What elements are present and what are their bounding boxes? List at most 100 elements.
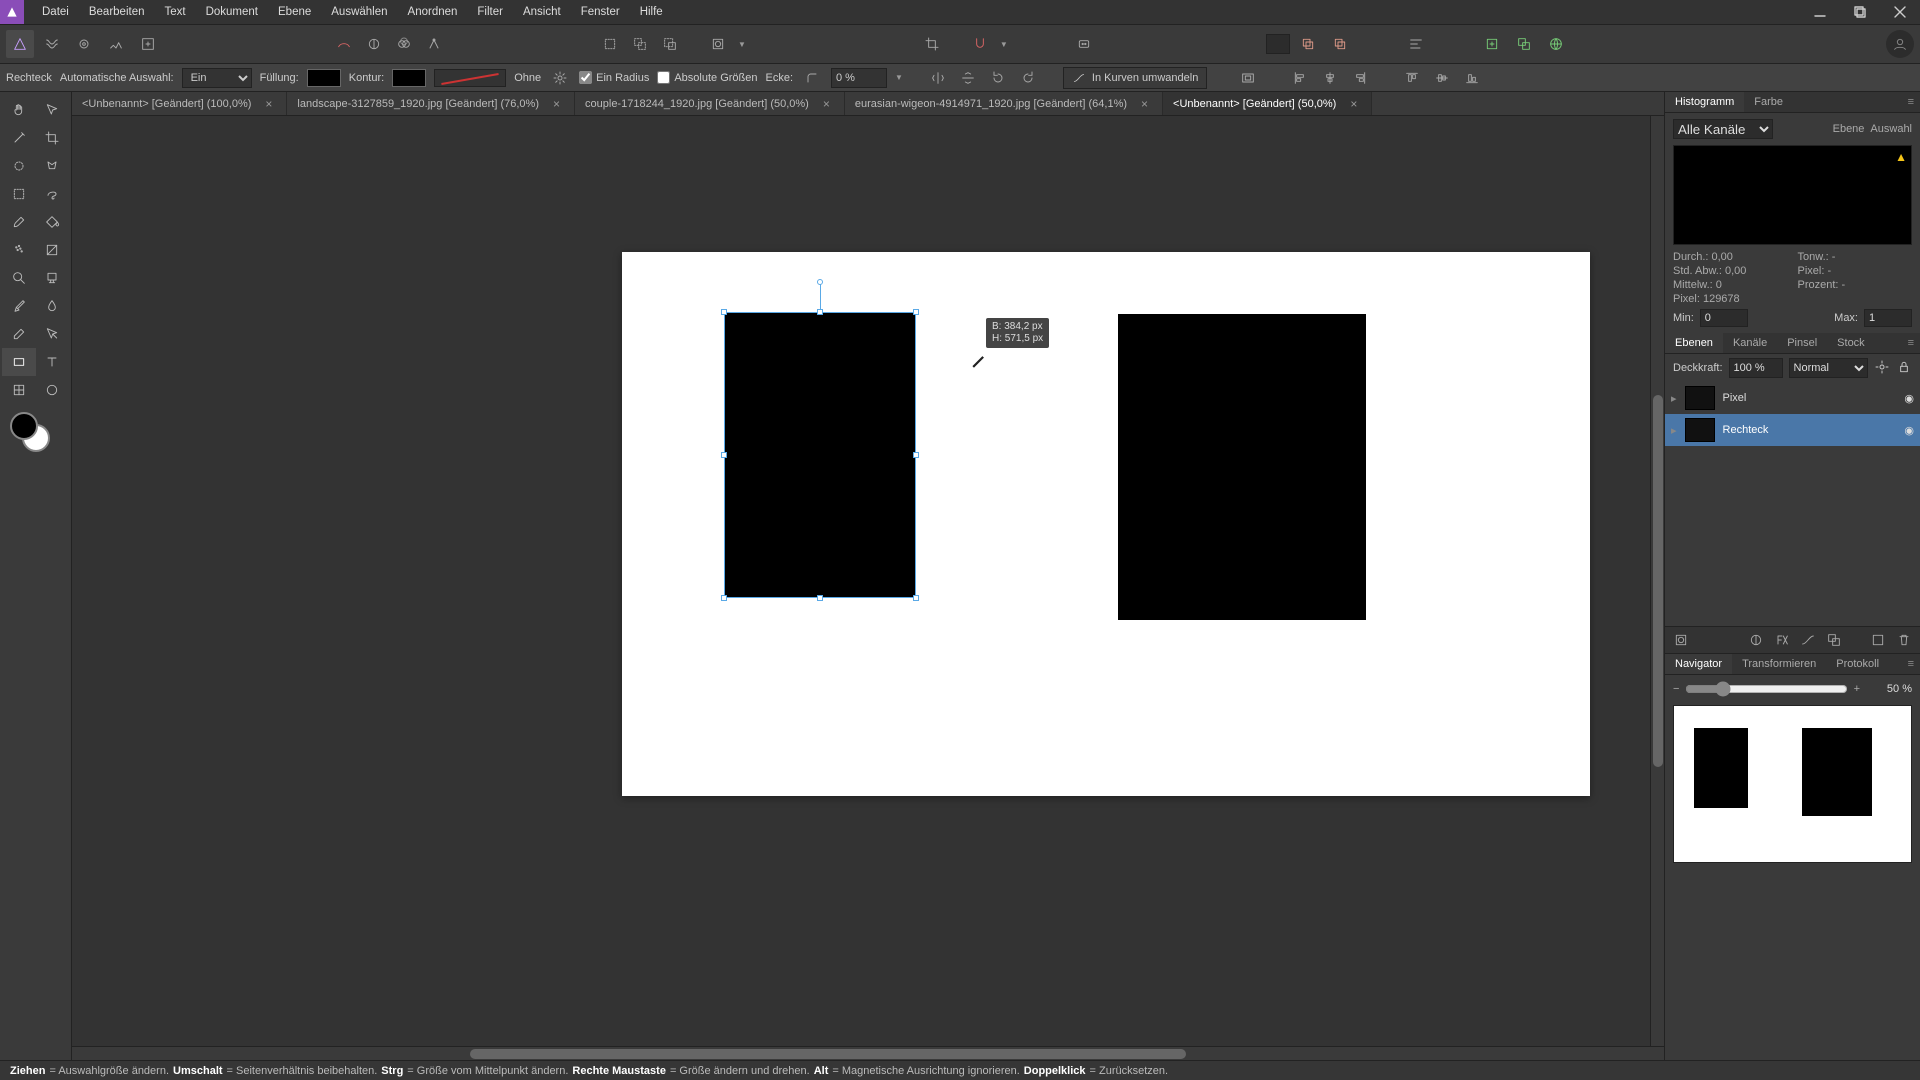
close-tab-icon[interactable]: × [1137, 97, 1152, 111]
snap-icon[interactable] [966, 30, 994, 58]
channel-dropdown[interactable]: Alle Kanäle [1673, 119, 1773, 139]
document-tab[interactable]: couple-1718244_1920.jpg [Geändert] (50,0… [575, 92, 845, 115]
marquee-tool-icon[interactable] [2, 180, 36, 208]
visibility-icon[interactable]: ◉ [1904, 392, 1914, 405]
foreground-color-swatch[interactable] [10, 412, 38, 440]
zoom-slider[interactable] [1685, 681, 1847, 697]
chevron-down-icon[interactable]: ▼ [996, 40, 1012, 49]
selection-handle[interactable] [817, 309, 823, 315]
tab-stock[interactable]: Stock [1827, 333, 1875, 353]
menu-filter[interactable]: Filter [467, 2, 513, 22]
select-sub-icon[interactable] [656, 30, 684, 58]
rect-other[interactable] [1118, 314, 1366, 620]
selection-brush-icon[interactable] [2, 152, 36, 180]
menu-bearbeiten[interactable]: Bearbeiten [79, 2, 155, 22]
clone-tool-icon[interactable] [2, 292, 36, 320]
lock-icon[interactable] [1896, 359, 1912, 378]
align-left-icon[interactable] [1289, 67, 1311, 89]
fill-swatch[interactable] [307, 69, 341, 87]
selection-handle[interactable] [817, 595, 823, 601]
scope-selection-label[interactable]: Auswahl [1870, 123, 1912, 135]
group-icon[interactable] [1824, 631, 1844, 649]
pen-tool-icon[interactable] [36, 320, 70, 348]
fill-tool-icon[interactable] [36, 208, 70, 236]
menu-anordnen[interactable]: Anordnen [398, 2, 468, 22]
rectangle-tool-icon[interactable] [2, 348, 36, 376]
autowb-icon[interactable] [420, 30, 448, 58]
selection-handle[interactable] [721, 595, 727, 601]
scope-layer-label[interactable]: Ebene [1833, 123, 1865, 135]
brush-tool-icon[interactable] [2, 208, 36, 236]
mirror-v-icon[interactable] [957, 67, 979, 89]
align-right-icon[interactable] [1349, 67, 1371, 89]
flood-select-icon[interactable] [36, 152, 70, 180]
tab-brushes[interactable]: Pinsel [1777, 333, 1827, 353]
rotate-cw-icon[interactable] [1017, 67, 1039, 89]
crop-icon[interactable] [918, 30, 946, 58]
convert-curves-button[interactable]: In Kurven umwandeln [1063, 67, 1207, 89]
align-top-icon[interactable] [1401, 67, 1423, 89]
delete-layer-icon[interactable] [1894, 631, 1914, 649]
selection-handle[interactable] [913, 309, 919, 315]
select-new-icon[interactable] [596, 30, 624, 58]
chevron-down-icon[interactable]: ▼ [895, 73, 903, 82]
adjustment-icon[interactable] [1746, 631, 1766, 649]
select-add-icon[interactable] [626, 30, 654, 58]
autocolor-icon[interactable] [330, 30, 358, 58]
crop-tool-icon[interactable] [36, 124, 70, 152]
single-radius-input[interactable] [579, 71, 592, 84]
horizontal-scrollbar[interactable] [72, 1046, 1664, 1060]
navigator-preview[interactable] [1673, 705, 1912, 863]
menu-auswählen[interactable]: Auswählen [321, 2, 397, 22]
liquify-tool-icon[interactable] [36, 292, 70, 320]
single-radius-checkbox[interactable]: Ein Radius [579, 71, 649, 84]
menu-ebene[interactable]: Ebene [268, 2, 321, 22]
absolute-sizes-checkbox[interactable]: Absolute Größen [657, 71, 757, 84]
panel-menu-icon[interactable]: ≡ [1902, 654, 1920, 674]
autolevels-icon[interactable] [360, 30, 388, 58]
layer-row[interactable]: ▸Pixel◉ [1665, 382, 1920, 414]
minimize-button[interactable] [1800, 0, 1840, 24]
persona-develop-icon[interactable] [70, 30, 98, 58]
document-tab[interactable]: <Unbenannt> [Geändert] (50,0%)× [1163, 92, 1372, 115]
snap-combo[interactable]: ▼ [966, 30, 1012, 58]
panel-menu-icon[interactable]: ≡ [1902, 333, 1920, 353]
color-wells[interactable] [10, 412, 54, 456]
close-tab-icon[interactable]: × [261, 97, 276, 111]
opacity-input[interactable] [1729, 358, 1783, 378]
warning-icon[interactable]: ▲ [1895, 150, 1907, 164]
assistant-icon[interactable] [1070, 30, 1098, 58]
move-tool-icon[interactable] [36, 96, 70, 124]
selection-handle[interactable] [721, 452, 727, 458]
selection-handle[interactable] [721, 309, 727, 315]
selection-handle[interactable] [913, 452, 919, 458]
tab-transform[interactable]: Transformieren [1732, 654, 1826, 674]
quickmask-combo[interactable]: ▼ [704, 30, 750, 58]
align-bottom-icon[interactable] [1461, 67, 1483, 89]
tab-color[interactable]: Farbe [1744, 92, 1793, 112]
document-tab[interactable]: landscape-3127859_1920.jpg [Geändert] (7… [287, 92, 575, 115]
chevron-down-icon[interactable]: ▼ [734, 40, 750, 49]
blendmode-dropdown[interactable]: Normal [1789, 358, 1868, 378]
persona-export-icon[interactable] [134, 30, 162, 58]
duplicate-layer-icon[interactable] [1510, 30, 1538, 58]
vertical-scrollbar[interactable] [1650, 116, 1664, 1046]
auto-select-dropdown[interactable]: Ein [182, 68, 252, 88]
zoom-out-icon[interactable]: − [1673, 683, 1679, 695]
freehand-select-icon[interactable] [36, 180, 70, 208]
fx-icon[interactable] [1772, 631, 1792, 649]
gradient-tool-icon[interactable] [36, 236, 70, 264]
autocontrast-icon[interactable] [390, 30, 418, 58]
corner-value-input[interactable] [831, 68, 887, 88]
min-input[interactable] [1700, 309, 1748, 327]
document-tab[interactable]: eurasian-wigeon-4914971_1920.jpg [Geände… [845, 92, 1163, 115]
tab-history[interactable]: Protokoll [1826, 654, 1889, 674]
close-button[interactable] [1880, 0, 1920, 24]
tab-navigator[interactable]: Navigator [1665, 654, 1732, 674]
account-icon[interactable] [1886, 30, 1914, 58]
lock-children-icon[interactable] [1237, 67, 1259, 89]
stroke-width-preview[interactable] [434, 69, 506, 87]
menu-text[interactable]: Text [154, 2, 195, 22]
menu-dokument[interactable]: Dokument [196, 2, 268, 22]
tab-layers[interactable]: Ebenen [1665, 333, 1723, 353]
